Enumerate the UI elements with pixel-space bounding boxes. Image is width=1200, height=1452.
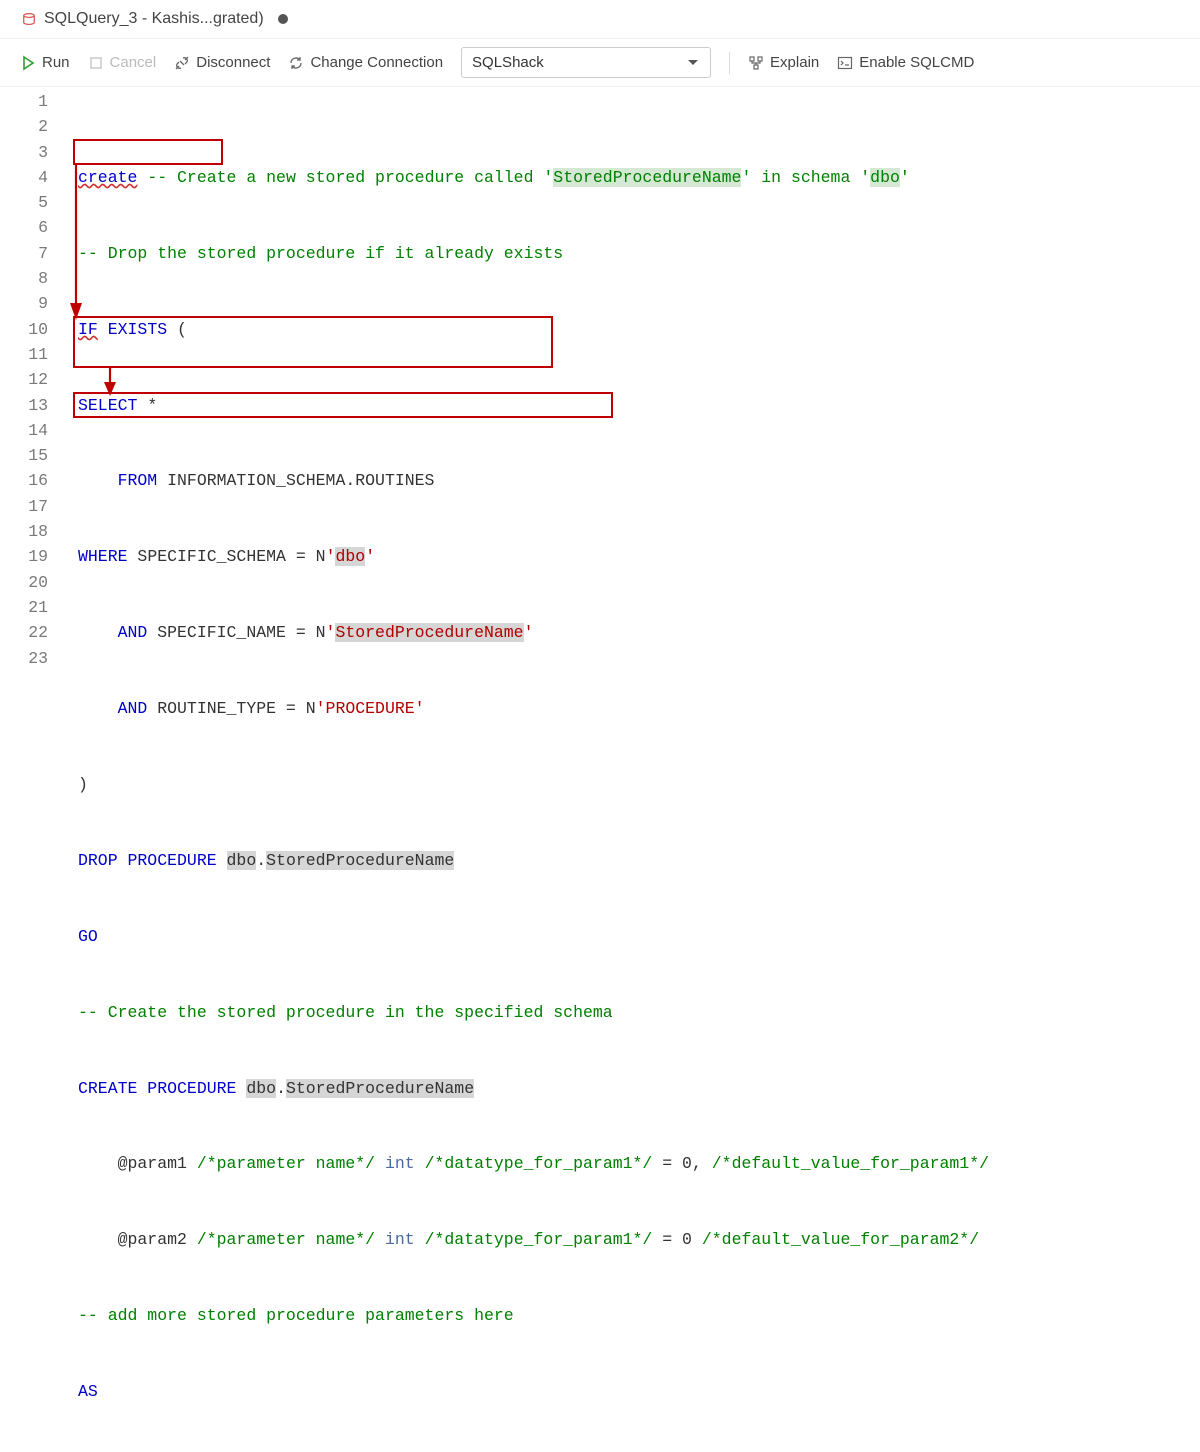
change-connection-button[interactable]: Change Connection: [288, 54, 443, 71]
code-line: -- add more stored procedure parameters …: [78, 1303, 1200, 1328]
code-line: FROM INFORMATION_SCHEMA.ROUTINES: [78, 468, 1200, 493]
code-area[interactable]: create -- Create a new stored procedure …: [78, 89, 1200, 1452]
disconnect-icon: [174, 55, 190, 71]
code-line: IF EXISTS (: [78, 317, 1200, 342]
code-editor[interactable]: 1234567891011121314151617181920212223 cr…: [0, 87, 1200, 1452]
explain-button[interactable]: Explain: [748, 54, 819, 71]
code-line: @param2 /*parameter name*/ int /*datatyp…: [78, 1227, 1200, 1252]
enable-sqlcmd-button[interactable]: Enable SQLCMD: [837, 54, 974, 71]
code-line: -- Drop the stored procedure if it alrea…: [78, 241, 1200, 266]
cancel-label: Cancel: [110, 54, 157, 71]
tab-title[interactable]: SQLQuery_3 - Kashis...grated): [44, 10, 264, 28]
code-line: SELECT *: [78, 393, 1200, 418]
change-connection-label: Change Connection: [310, 54, 443, 71]
disconnect-button[interactable]: Disconnect: [174, 54, 270, 71]
play-icon: [20, 55, 36, 71]
code-line: @param1 /*parameter name*/ int /*datatyp…: [78, 1151, 1200, 1176]
stop-icon: [88, 55, 104, 71]
explain-icon: [748, 55, 764, 71]
code-line: create -- Create a new stored procedure …: [78, 165, 1200, 190]
database-select[interactable]: SQLShack: [461, 47, 711, 78]
run-label: Run: [42, 54, 70, 71]
tab-bar: SQLQuery_3 - Kashis...grated): [0, 0, 1200, 39]
code-line: AS: [78, 1379, 1200, 1404]
code-line: AND SPECIFIC_NAME = N'StoredProcedureNam…: [78, 620, 1200, 645]
database-selected-value: SQLShack: [472, 54, 544, 71]
toolbar: Run Cancel Disconnect Change Connection …: [0, 39, 1200, 87]
cancel-button: Cancel: [88, 54, 157, 71]
line-gutter: 1234567891011121314151617181920212223: [0, 89, 78, 1452]
explain-label: Explain: [770, 54, 819, 71]
toolbar-divider: [729, 52, 730, 74]
code-line: DROP PROCEDURE dbo.StoredProcedureName: [78, 848, 1200, 873]
code-line: AND ROUTINE_TYPE = N'PROCEDURE': [78, 696, 1200, 721]
sqlcmd-icon: [837, 55, 853, 71]
enable-sqlcmd-label: Enable SQLCMD: [859, 54, 974, 71]
code-line: -- Create the stored procedure in the sp…: [78, 1000, 1200, 1025]
code-line: ): [78, 772, 1200, 797]
code-line: WHERE SPECIFIC_SCHEMA = N'dbo': [78, 544, 1200, 569]
unsaved-indicator-icon: [278, 14, 288, 24]
sql-file-icon: [22, 12, 36, 26]
run-button[interactable]: Run: [20, 54, 70, 71]
code-line: CREATE PROCEDURE dbo.StoredProcedureName: [78, 1076, 1200, 1101]
disconnect-label: Disconnect: [196, 54, 270, 71]
annotation-box-1: [73, 139, 223, 165]
refresh-icon: [288, 55, 304, 71]
code-line: GO: [78, 924, 1200, 949]
